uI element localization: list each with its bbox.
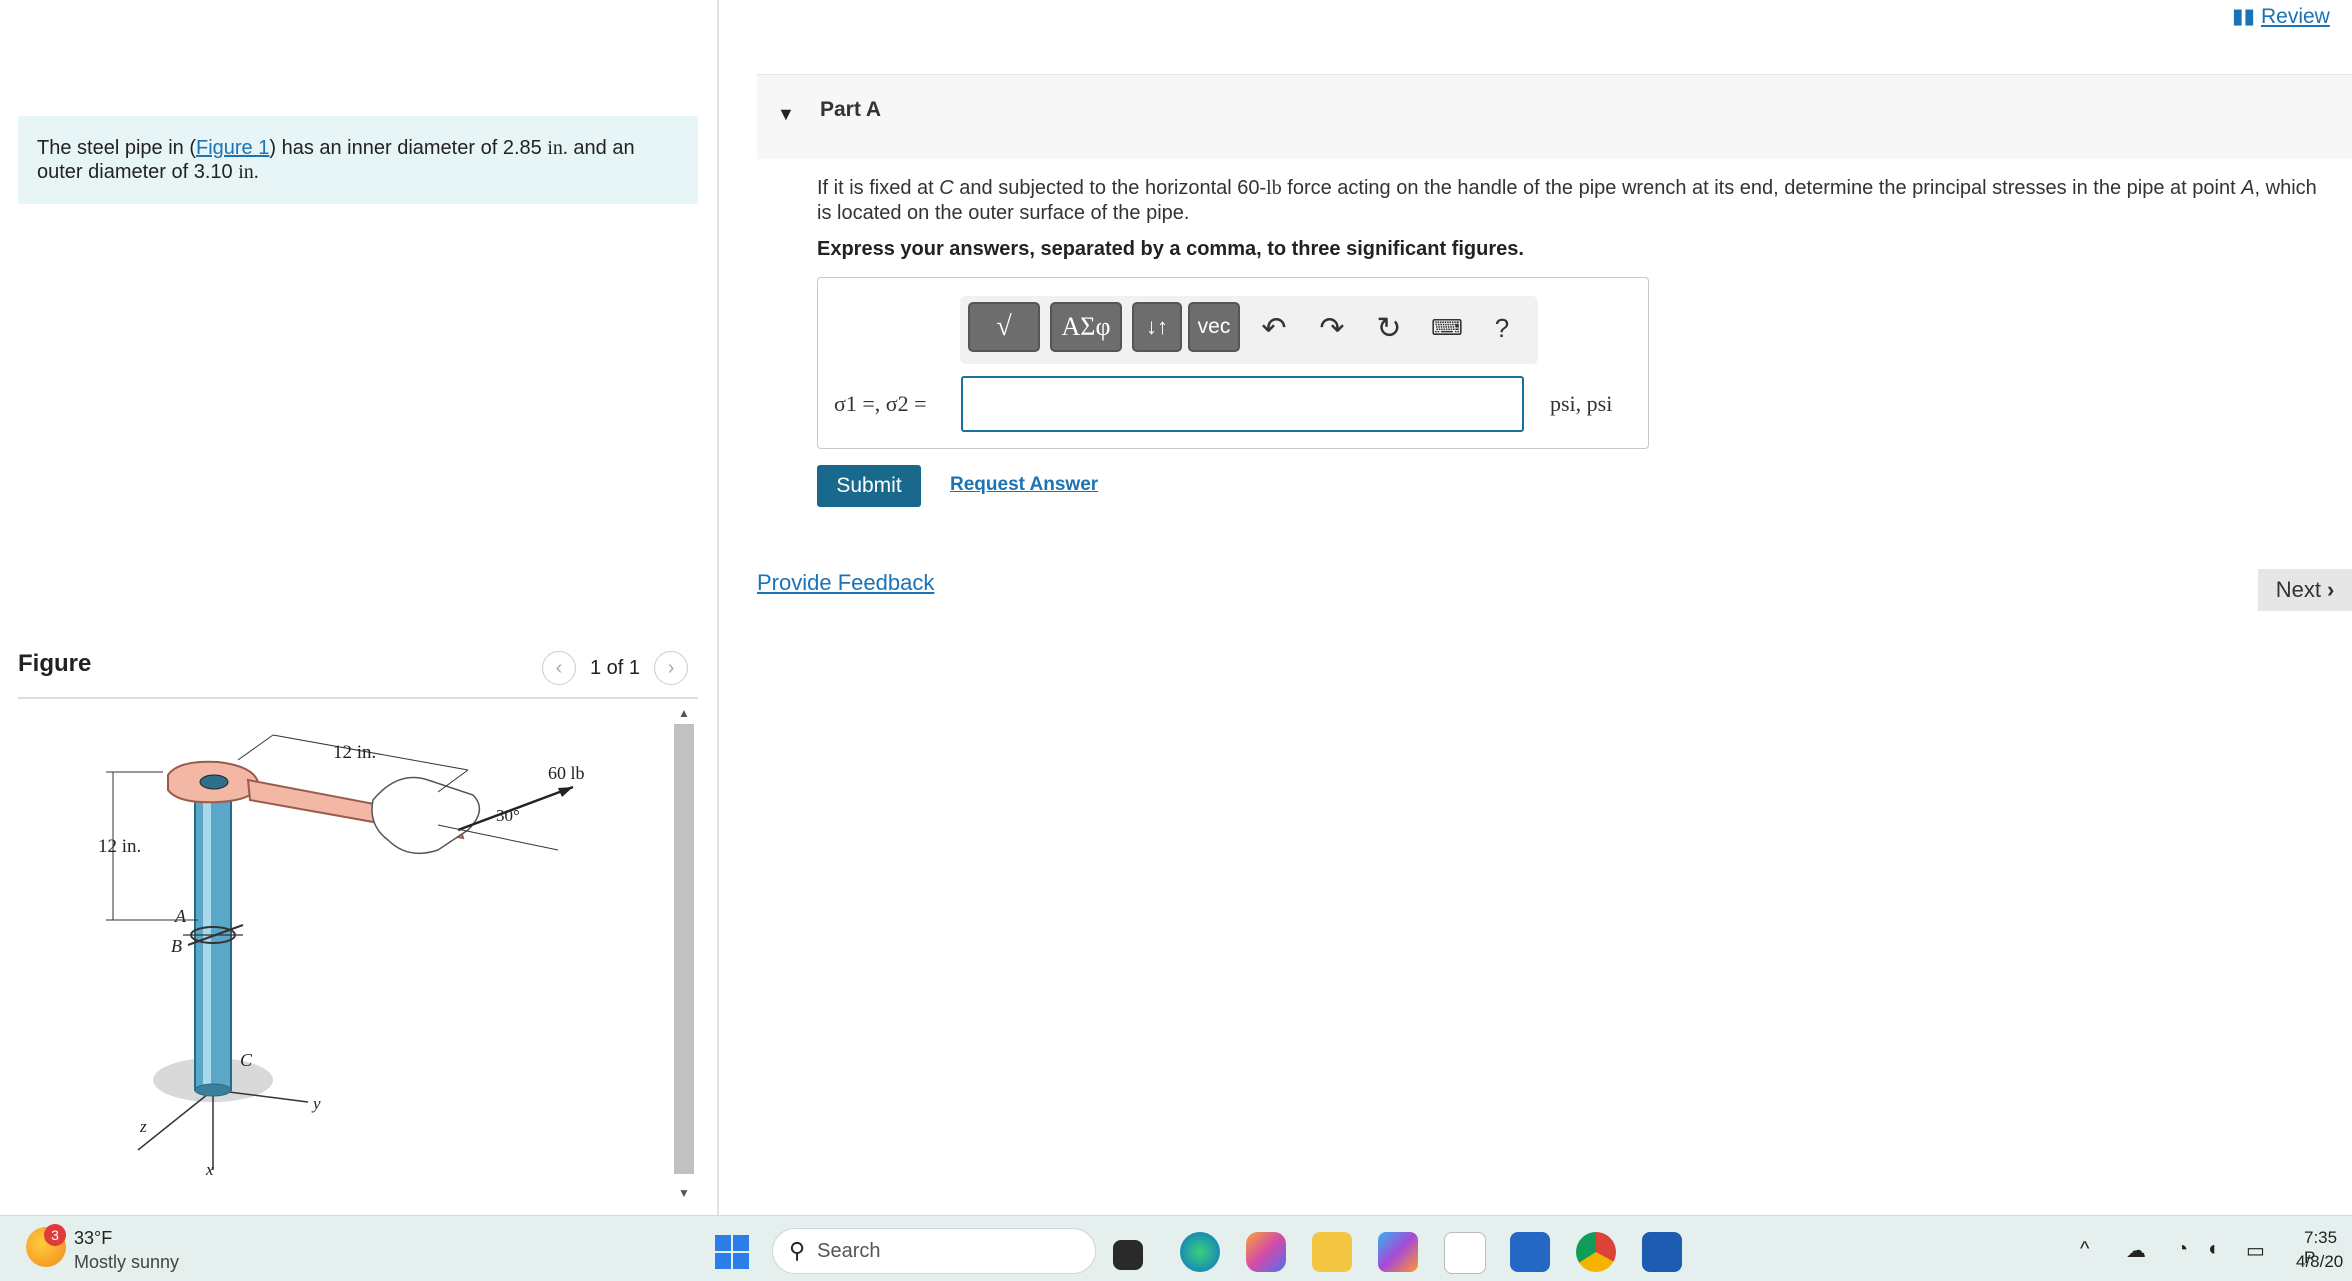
store-icon[interactable] bbox=[1510, 1232, 1550, 1272]
next-button[interactable]: Next › bbox=[2258, 569, 2352, 611]
file-explorer-icon[interactable] bbox=[1312, 1232, 1352, 1272]
part-a-title: Part A bbox=[820, 98, 882, 121]
point-b-label: B bbox=[171, 936, 182, 956]
taskbar bbox=[0, 1215, 2352, 1281]
question-point-c: C bbox=[939, 177, 954, 199]
weather-temp[interactable]: 33°F bbox=[74, 1228, 112, 1249]
pipe-wrench-diagram: 12 in. 60 lb 30° 12 in. A B C z y x bbox=[98, 734, 585, 1179]
next-label: Next bbox=[2275, 577, 2321, 602]
clock-date[interactable]: 4/8/20 bbox=[2296, 1252, 2343, 1272]
chevron-left-icon: ‹ bbox=[555, 656, 563, 679]
problem-text-mid: ) has an inner diameter of 2.85 bbox=[269, 137, 548, 159]
axis-y-label: y bbox=[311, 1094, 321, 1113]
question-unit-lb: lb bbox=[1266, 177, 1282, 199]
arrows-button[interactable]: ↓↑ bbox=[1132, 302, 1182, 352]
redo-icon[interactable]: ↷ bbox=[1310, 306, 1354, 350]
prev-figure-button[interactable]: ‹ bbox=[542, 651, 576, 685]
task-view-icon[interactable] bbox=[1113, 1240, 1143, 1270]
pager-label: 1 of 1 bbox=[590, 656, 641, 679]
answer-input[interactable] bbox=[961, 376, 1524, 432]
greek-button[interactable]: ΑΣφ bbox=[1050, 302, 1122, 352]
question-segment: force acting on the handle of the pipe w… bbox=[1281, 177, 2242, 199]
book-icon: ▮▮ bbox=[2232, 5, 2256, 28]
chrome-icon[interactable] bbox=[1576, 1232, 1616, 1272]
instruction-text: Express your answers, separated by a com… bbox=[817, 238, 1524, 260]
chevron-right-icon: › bbox=[667, 656, 675, 679]
question-text: If it is fixed at C and subjected to the… bbox=[817, 176, 2317, 226]
search-icon: ⚲ bbox=[789, 1238, 806, 1263]
chevron-right-icon: › bbox=[2326, 577, 2335, 602]
notepad-icon[interactable] bbox=[1444, 1232, 1486, 1274]
submit-button[interactable]: Submit bbox=[817, 465, 921, 507]
windows-start-icon[interactable] bbox=[715, 1235, 749, 1269]
force-label: 60 lb bbox=[548, 763, 585, 783]
scroll-down-icon[interactable]: ▼ bbox=[678, 1186, 690, 1200]
sqrt-template-icon: √ bbox=[996, 311, 1012, 342]
undo-icon[interactable]: ↶ bbox=[1252, 306, 1296, 350]
question-point-a: A bbox=[2241, 177, 2255, 199]
greek-label: ΑΣφ bbox=[1061, 312, 1111, 341]
math-toolbar: √ ΑΣφ ↓↑ vec ↶ ↷ ↻ ⌨ ? bbox=[960, 296, 1538, 364]
wifi-icon[interactable]: ◔ bbox=[2176, 1238, 2188, 1261]
part-a-header[interactable] bbox=[757, 74, 2352, 159]
angle-label: 30° bbox=[496, 806, 520, 825]
problem-statement: The steel pipe in (Figure 1) has an inne… bbox=[18, 116, 698, 204]
search-label: Search bbox=[817, 1239, 881, 1262]
axis-z-label: z bbox=[139, 1117, 147, 1136]
taskbar-search[interactable]: ⚲ Search bbox=[772, 1228, 1096, 1274]
unit-inner: in. bbox=[547, 137, 568, 159]
review-link[interactable]: ▮▮ Review bbox=[2232, 4, 2330, 29]
help-icon[interactable]: ? bbox=[1480, 306, 1524, 350]
volume-icon[interactable]: ◖ bbox=[2206, 1238, 2218, 1261]
caret-down-icon[interactable]: ▼ bbox=[777, 104, 795, 125]
tray-chevron-up-icon[interactable]: ^ bbox=[2080, 1238, 2089, 1261]
next-figure-button[interactable]: › bbox=[654, 651, 689, 685]
point-a-label: A bbox=[174, 906, 187, 926]
dim-label-side: 12 in. bbox=[98, 836, 141, 857]
edge-icon[interactable] bbox=[1180, 1232, 1220, 1272]
question-segment: and subjected to the horizontal 60- bbox=[953, 177, 1267, 199]
weather-badge: 3 bbox=[44, 1224, 66, 1246]
review-label: Review bbox=[2260, 5, 2330, 28]
m365-icon[interactable] bbox=[1378, 1232, 1418, 1272]
figure-pager: ‹ 1 of 1 › bbox=[542, 651, 689, 685]
onedrive-icon[interactable]: ☁ bbox=[2126, 1238, 2146, 1263]
vector-button[interactable]: vec bbox=[1188, 302, 1240, 352]
battery-icon[interactable]: ▭ bbox=[2246, 1238, 2265, 1263]
axis-x-label: x bbox=[205, 1160, 214, 1179]
arrows-icon: ↓↑ bbox=[1146, 314, 1168, 339]
dim-label-top: 12 in. bbox=[333, 742, 376, 763]
word-icon[interactable] bbox=[1642, 1232, 1682, 1272]
reset-icon[interactable]: ↻ bbox=[1367, 306, 1411, 350]
figure-link[interactable]: Figure 1 bbox=[196, 137, 269, 159]
variable-label: σ1 =, σ2 = bbox=[834, 391, 927, 416]
scrollbar-thumb[interactable] bbox=[674, 724, 694, 1174]
units-label: psi, psi bbox=[1550, 391, 1613, 416]
figure-divider bbox=[18, 697, 698, 699]
vec-label: vec bbox=[1197, 315, 1231, 338]
help-label: ? bbox=[1494, 312, 1510, 343]
keyboard-icon[interactable]: ⌨ bbox=[1425, 306, 1469, 350]
figure-title: Figure bbox=[18, 650, 92, 677]
scroll-up-icon[interactable]: ▲ bbox=[678, 706, 690, 720]
question-segment: If it is fixed at bbox=[817, 177, 940, 199]
templates-button[interactable]: √ bbox=[968, 302, 1040, 352]
weather-condition[interactable]: Mostly sunny bbox=[74, 1252, 179, 1273]
provide-feedback-link[interactable]: Provide Feedback bbox=[757, 570, 934, 596]
figure-image: 12 in. 60 lb 30° 12 in. A B C z y x bbox=[18, 700, 668, 1210]
request-answer-link[interactable]: Request Answer bbox=[950, 474, 1098, 496]
point-c-label: C bbox=[240, 1050, 253, 1070]
problem-text-prefix: The steel pipe in ( bbox=[37, 137, 196, 159]
copilot-icon[interactable] bbox=[1246, 1232, 1286, 1272]
unit-outer: in. bbox=[238, 161, 259, 183]
